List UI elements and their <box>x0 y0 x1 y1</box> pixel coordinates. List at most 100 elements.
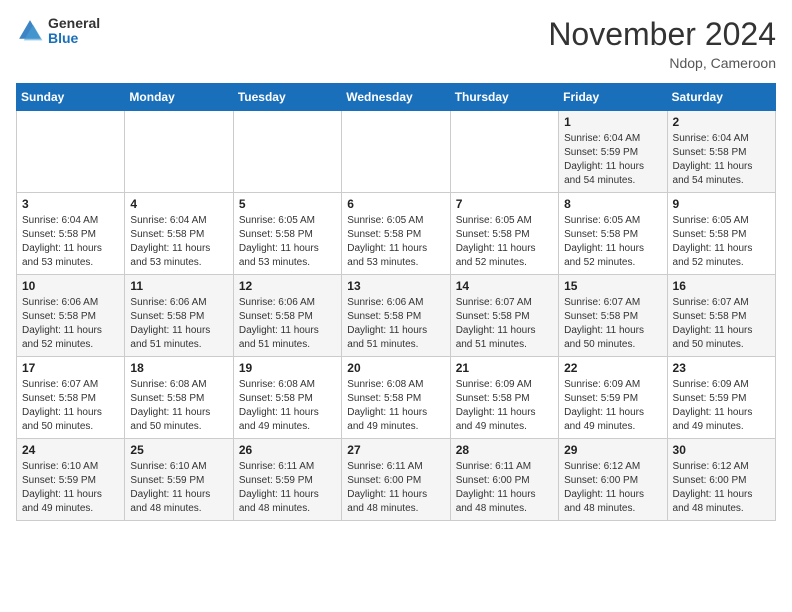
calendar-cell <box>450 111 558 193</box>
day-info: Sunrise: 6:07 AMSunset: 5:58 PMDaylight:… <box>456 296 553 352</box>
calendar-cell: 27 Sunrise: 6:11 AMSunset: 6:00 PMDayligh… <box>342 439 450 521</box>
day-number: 15 <box>564 279 661 293</box>
day-header-wednesday: Wednesday <box>342 84 450 111</box>
day-header-monday: Monday <box>125 84 233 111</box>
calendar-cell: 5 Sunrise: 6:05 AMSunset: 5:58 PMDaylight… <box>233 193 341 275</box>
day-number: 29 <box>564 443 661 457</box>
calendar-cell: 6Sunrise: 6:05 AMSunset: 5:58 PMDaylight… <box>342 193 450 275</box>
calendar-cell: 14 Sunrise: 6:07 AMSunset: 5:58 PMDayligh… <box>450 275 558 357</box>
day-number: 22 <box>564 361 661 375</box>
day-number: 1 <box>564 115 661 129</box>
calendar-week-row: 10 Sunrise: 6:06 AMSunset: 5:58 PMDayligh… <box>17 275 776 357</box>
calendar-cell: 29 Sunrise: 6:12 AMSunset: 6:00 PMDayligh… <box>559 439 667 521</box>
day-info: Sunrise: 6:07 AMSunset: 5:58 PMDaylight:… <box>564 296 661 352</box>
day-info: Sunrise: 6:11 AMSunset: 6:00 PMDaylight:… <box>347 460 444 516</box>
day-number: 11 <box>130 279 227 293</box>
calendar-cell: 11 Sunrise: 6:06 AMSunset: 5:58 PMDayligh… <box>125 275 233 357</box>
day-info: Sunrise: 6:06 AMSunset: 5:58 PMDaylight:… <box>130 296 227 352</box>
day-number: 3 <box>22 197 119 211</box>
day-info: Sunrise: 6:04 AMSunset: 5:58 PMDaylight:… <box>673 132 770 188</box>
day-number: 21 <box>456 361 553 375</box>
day-number: 20 <box>347 361 444 375</box>
calendar-cell: 28 Sunrise: 6:11 AMSunset: 6:00 PMDayligh… <box>450 439 558 521</box>
day-info: Sunrise: 6:05 AMSunset: 5:58 PMDaylight:… <box>239 214 336 270</box>
day-info: Sunrise: 6:04 AMSunset: 5:59 PMDaylight:… <box>564 132 661 188</box>
logo-blue: Blue <box>48 31 100 46</box>
day-info: Sunrise: 6:09 AMSunset: 5:59 PMDaylight:… <box>673 378 770 434</box>
calendar-cell: 19 Sunrise: 6:08 AMSunset: 5:58 PMDayligh… <box>233 357 341 439</box>
day-info: Sunrise: 6:09 AMSunset: 5:59 PMDaylight:… <box>564 378 661 434</box>
day-info: Sunrise: 6:06 AMSunset: 5:58 PMDaylight:… <box>22 296 119 352</box>
day-number: 14 <box>456 279 553 293</box>
day-info: Sunrise: 6:05 AMSunset: 5:58 PMDaylight:… <box>673 214 770 270</box>
day-number: 18 <box>130 361 227 375</box>
day-number: 5 <box>239 197 336 211</box>
day-info: Sunrise: 6:04 AMSunset: 5:58 PMDaylight:… <box>130 214 227 270</box>
day-header-thursday: Thursday <box>450 84 558 111</box>
day-info: Sunrise: 6:06 AMSunset: 5:58 PMDaylight:… <box>239 296 336 352</box>
day-info: Sunrise: 6:12 AMSunset: 6:00 PMDaylight:… <box>564 460 661 516</box>
calendar-cell: 21 Sunrise: 6:09 AMSunset: 5:58 PMDayligh… <box>450 357 558 439</box>
location: Ndop, Cameroon <box>548 55 776 71</box>
day-header-tuesday: Tuesday <box>233 84 341 111</box>
logo-icon <box>16 17 44 45</box>
logo: General Blue <box>16 16 100 47</box>
calendar-week-row: 24 Sunrise: 6:10 AMSunset: 5:59 PMDayligh… <box>17 439 776 521</box>
calendar-week-row: 3 Sunrise: 6:04 AMSunset: 5:58 PMDaylight… <box>17 193 776 275</box>
day-info: Sunrise: 6:11 AMSunset: 5:59 PMDaylight:… <box>239 460 336 516</box>
day-number: 13 <box>347 279 444 293</box>
day-info: Sunrise: 6:05 AMSunset: 5:58 PMDaylight:… <box>456 214 553 270</box>
day-number: 26 <box>239 443 336 457</box>
day-info: Sunrise: 6:12 AMSunset: 6:00 PMDaylight:… <box>673 460 770 516</box>
calendar-cell <box>125 111 233 193</box>
calendar-cell: 13Sunrise: 6:06 AMSunset: 5:58 PMDayligh… <box>342 275 450 357</box>
calendar-cell: 24 Sunrise: 6:10 AMSunset: 5:59 PMDayligh… <box>17 439 125 521</box>
day-header-sunday: Sunday <box>17 84 125 111</box>
day-info: Sunrise: 6:10 AMSunset: 5:59 PMDaylight:… <box>130 460 227 516</box>
calendar-cell: 25 Sunrise: 6:10 AMSunset: 5:59 PMDayligh… <box>125 439 233 521</box>
day-number: 28 <box>456 443 553 457</box>
calendar-cell: 15 Sunrise: 6:07 AMSunset: 5:58 PMDayligh… <box>559 275 667 357</box>
day-number: 12 <box>239 279 336 293</box>
day-header-friday: Friday <box>559 84 667 111</box>
calendar-cell: 23 Sunrise: 6:09 AMSunset: 5:59 PMDayligh… <box>667 357 775 439</box>
calendar-cell: 16Sunrise: 6:07 AMSunset: 5:58 PMDayligh… <box>667 275 775 357</box>
day-info: Sunrise: 6:08 AMSunset: 5:58 PMDaylight:… <box>239 378 336 434</box>
calendar-cell: 22 Sunrise: 6:09 AMSunset: 5:59 PMDayligh… <box>559 357 667 439</box>
day-number: 10 <box>22 279 119 293</box>
calendar-cell: 18 Sunrise: 6:08 AMSunset: 5:58 PMDayligh… <box>125 357 233 439</box>
day-info: Sunrise: 6:07 AMSunset: 5:58 PMDaylight:… <box>22 378 119 434</box>
day-number: 4 <box>130 197 227 211</box>
calendar-cell: 12 Sunrise: 6:06 AMSunset: 5:58 PMDayligh… <box>233 275 341 357</box>
calendar-cell <box>342 111 450 193</box>
day-info: Sunrise: 6:11 AMSunset: 6:00 PMDaylight:… <box>456 460 553 516</box>
calendar-cell: 30Sunrise: 6:12 AMSunset: 6:00 PMDayligh… <box>667 439 775 521</box>
day-info: Sunrise: 6:05 AMSunset: 5:58 PMDaylight:… <box>564 214 661 270</box>
calendar-cell: 17 Sunrise: 6:07 AMSunset: 5:58 PMDayligh… <box>17 357 125 439</box>
day-info: Sunrise: 6:09 AMSunset: 5:58 PMDaylight:… <box>456 378 553 434</box>
calendar-cell: 20Sunrise: 6:08 AMSunset: 5:58 PMDayligh… <box>342 357 450 439</box>
day-info: Sunrise: 6:08 AMSunset: 5:58 PMDaylight:… <box>130 378 227 434</box>
day-number: 27 <box>347 443 444 457</box>
page-header: General Blue November 2024 Ndop, Cameroo… <box>16 16 776 71</box>
day-number: 19 <box>239 361 336 375</box>
day-number: 24 <box>22 443 119 457</box>
day-info: Sunrise: 6:10 AMSunset: 5:59 PMDaylight:… <box>22 460 119 516</box>
calendar-header-row: SundayMondayTuesdayWednesdayThursdayFrid… <box>17 84 776 111</box>
title-block: November 2024 Ndop, Cameroon <box>548 16 776 71</box>
calendar-cell: 9 Sunrise: 6:05 AMSunset: 5:58 PMDaylight… <box>667 193 775 275</box>
day-number: 16 <box>673 279 770 293</box>
day-info: Sunrise: 6:04 AMSunset: 5:58 PMDaylight:… <box>22 214 119 270</box>
month-title: November 2024 <box>548 16 776 53</box>
day-number: 6 <box>347 197 444 211</box>
day-number: 23 <box>673 361 770 375</box>
calendar-cell: 8Sunrise: 6:05 AMSunset: 5:58 PMDaylight… <box>559 193 667 275</box>
day-number: 25 <box>130 443 227 457</box>
calendar-cell: 26 Sunrise: 6:11 AMSunset: 5:59 PMDayligh… <box>233 439 341 521</box>
day-number: 17 <box>22 361 119 375</box>
calendar-cell <box>233 111 341 193</box>
day-number: 9 <box>673 197 770 211</box>
calendar-cell <box>17 111 125 193</box>
day-header-saturday: Saturday <box>667 84 775 111</box>
calendar-cell: 4 Sunrise: 6:04 AMSunset: 5:58 PMDaylight… <box>125 193 233 275</box>
